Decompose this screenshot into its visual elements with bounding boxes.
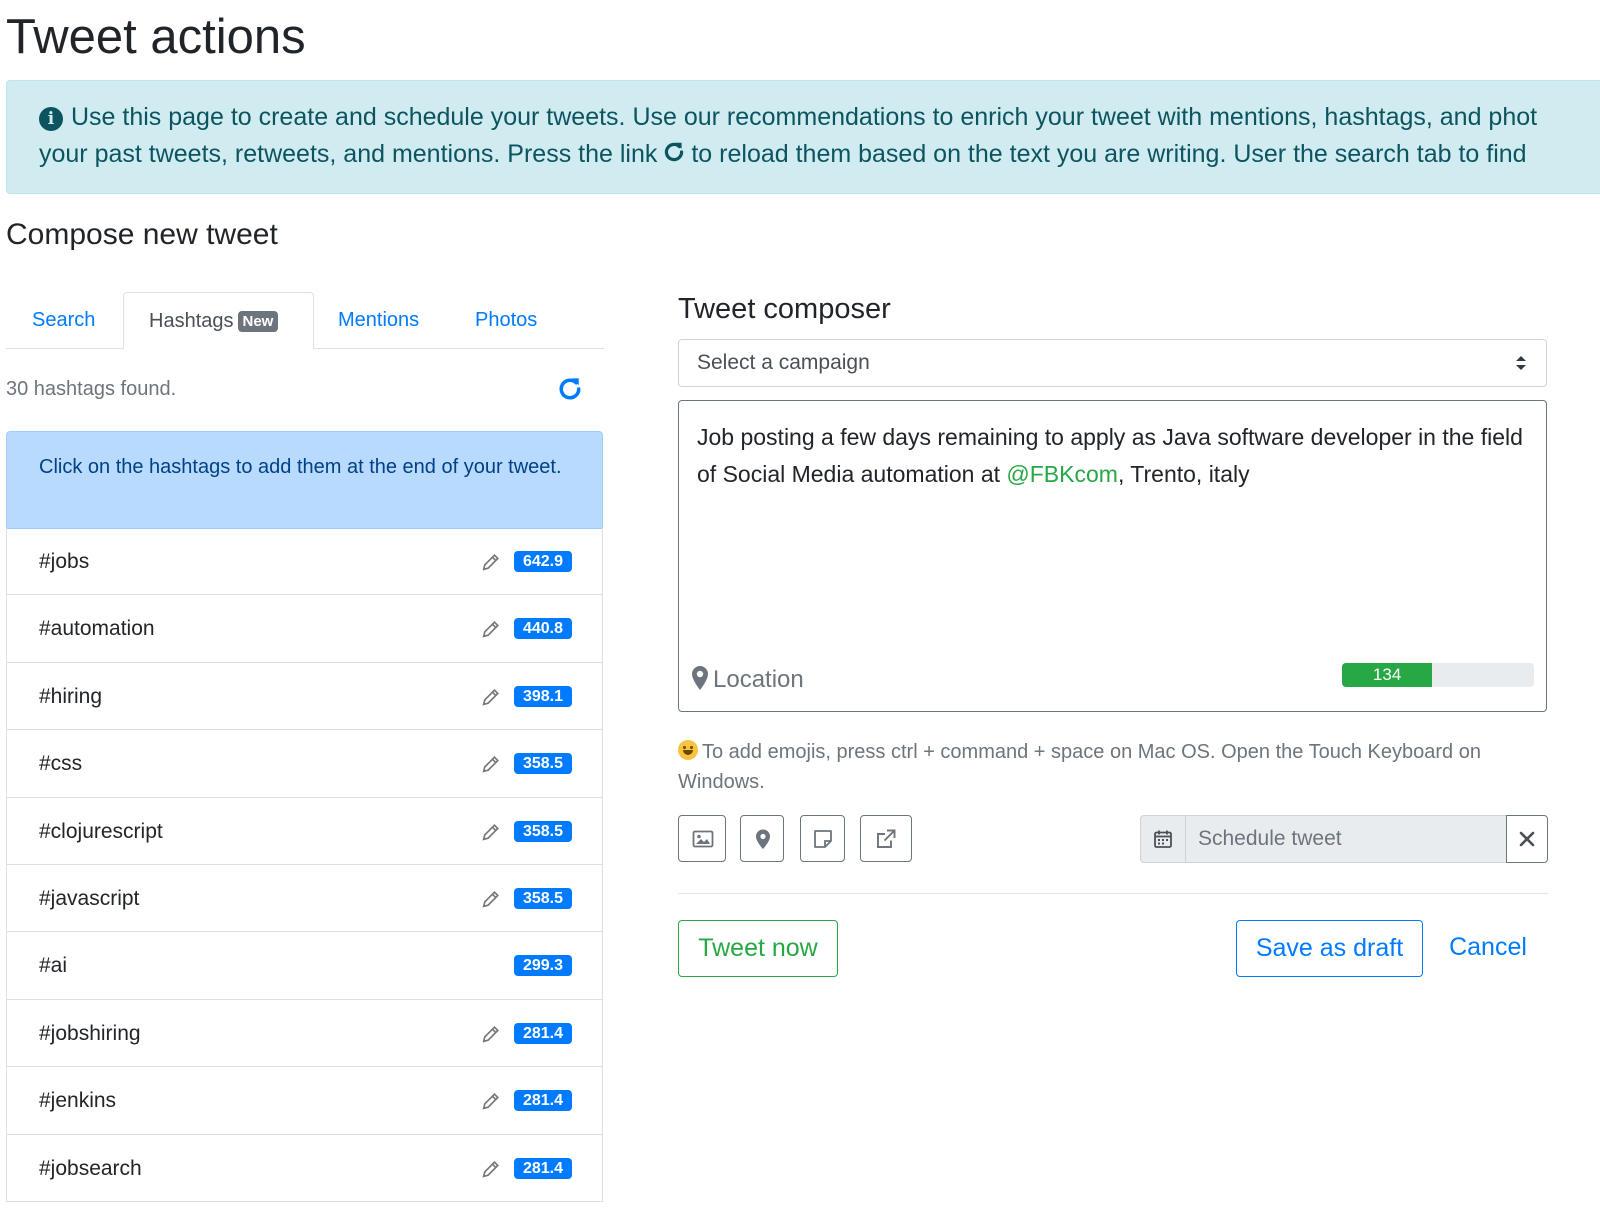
pencil-icon[interactable] <box>480 1158 502 1180</box>
refresh-icon[interactable] <box>555 374 585 404</box>
composer-title: Tweet composer <box>678 293 891 325</box>
info-text-2b: to reload them based on the text you are… <box>691 140 1527 168</box>
add-location-button[interactable] <box>740 815 784 862</box>
add-image-button[interactable] <box>678 815 726 862</box>
pencil-icon[interactable] <box>480 888 502 910</box>
map-marker-icon <box>756 829 770 849</box>
score-badge: 358.5 <box>514 820 572 842</box>
pencil-icon[interactable] <box>480 1023 502 1045</box>
hashtags-found-count: 30 hashtags found. <box>6 378 177 400</box>
score-badge: 299.3 <box>514 955 572 977</box>
info-alert: i Use this page to create and schedule yo… <box>6 80 1600 194</box>
save-draft-button[interactable]: Save as draft <box>1236 920 1423 977</box>
hashtag-item[interactable]: #javascript 358.5 <box>6 864 603 933</box>
score-badge: 281.4 <box>514 1157 572 1179</box>
external-link-icon <box>877 829 896 848</box>
score-badge: 398.1 <box>514 685 572 707</box>
pencil-icon[interactable] <box>480 753 502 775</box>
tab-mentions[interactable]: Mentions <box>338 292 419 349</box>
score-badge: 281.4 <box>514 1022 572 1044</box>
hashtag-label: #javascript <box>39 886 140 910</box>
score-badge: 281.4 <box>514 1090 572 1112</box>
pencil-icon[interactable] <box>480 551 502 573</box>
score-badge: 358.5 <box>514 887 572 909</box>
score-badge: 358.5 <box>514 753 572 775</box>
calendar-icon <box>1154 830 1172 848</box>
emoji-hint-text: To add emojis, press ctrl + command + sp… <box>678 741 1481 793</box>
hashtag-item[interactable]: #css 358.5 <box>6 730 603 798</box>
hashtag-item[interactable]: #jobshiring 281.4 <box>6 999 603 1068</box>
score-badge: 642.9 <box>514 551 572 572</box>
hashtag-item[interactable]: #jenkins 281.4 <box>6 1067 603 1135</box>
location-label: Location <box>713 666 804 693</box>
campaign-select[interactable]: Select a campaign <box>678 339 1547 387</box>
tab-search[interactable]: Search <box>32 292 95 349</box>
hashtag-item[interactable]: #automation 440.8 <box>6 595 603 663</box>
sticky-note-icon <box>814 830 832 848</box>
divider <box>678 893 1548 894</box>
new-badge: New <box>237 311 279 332</box>
schedule-group <box>1140 815 1548 863</box>
tab-hashtags[interactable]: Hashtags New <box>123 292 314 350</box>
tweet-text[interactable]: Job posting a few days remaining to appl… <box>697 419 1527 493</box>
hashtag-label: #hiring <box>39 684 103 708</box>
cancel-button[interactable]: Cancel <box>1440 920 1536 977</box>
section-title: Compose new tweet <box>6 218 278 251</box>
location-button[interactable]: Location <box>691 663 804 697</box>
map-marker-icon <box>692 666 708 690</box>
hashtag-item[interactable]: #ai 299.3 <box>6 932 603 1000</box>
select-caret-icon <box>1516 356 1526 370</box>
info-text-1: Use this page to create and schedule you… <box>71 103 1538 131</box>
hashtag-item[interactable]: #hiring 398.1 <box>6 662 603 731</box>
info-text-2a: your past tweets, retweets, and mentions… <box>39 140 658 168</box>
calendar-addon[interactable] <box>1140 815 1186 863</box>
pencil-icon[interactable] <box>480 618 502 640</box>
hashtag-label: #jobs <box>39 550 90 573</box>
pencil-icon[interactable] <box>480 821 502 843</box>
tweet-now-button[interactable]: Tweet now <box>678 920 838 977</box>
hashtag-label: #ai <box>39 954 68 978</box>
hashtag-item[interactable]: #jobsearch 281.4 <box>6 1134 603 1202</box>
campaign-select-value: Select a campaign <box>697 351 870 374</box>
schedule-input[interactable] <box>1185 815 1507 863</box>
info-icon: i <box>39 107 63 131</box>
hashtag-label: #jobsearch <box>39 1156 142 1180</box>
add-note-button[interactable] <box>800 815 845 862</box>
page-title: Tweet actions <box>6 10 306 64</box>
hashtag-item[interactable]: #jobs 642.9 <box>6 528 603 596</box>
hashtag-label: #clojurescript <box>39 819 163 843</box>
pencil-icon[interactable] <box>480 686 502 708</box>
hashtag-list: #jobs 642.9 #automation 440.8 #hiring 39… <box>6 528 603 1202</box>
tweet-text-end: , Trento, italy <box>1117 461 1250 487</box>
hashtag-label: #jenkins <box>39 1089 117 1113</box>
tweet-textarea[interactable]: Job posting a few days remaining to appl… <box>678 400 1547 712</box>
recommendation-tabs: Search Hashtags New Mentions Photos <box>6 292 604 350</box>
hashtag-label: #automation <box>39 617 155 641</box>
score-badge: 440.8 <box>514 618 572 640</box>
info-line-1: i Use this page to create and schedule yo… <box>39 99 1600 136</box>
pencil-icon[interactable] <box>480 1090 502 1112</box>
reload-icon[interactable] <box>661 139 687 165</box>
tweet-mention: @FBKcom <box>1006 461 1118 487</box>
character-progress-bar: 134 <box>1342 663 1433 687</box>
open-external-button[interactable] <box>860 815 912 862</box>
tab-hashtags-label: Hashtags <box>149 310 234 332</box>
image-icon <box>692 830 714 848</box>
emoji-hint: To add emojis, press ctrl + command + sp… <box>678 737 1548 797</box>
hashtag-label: #jobshiring <box>39 1021 141 1045</box>
hashtags-hint: Click on the hashtags to add them at the… <box>6 431 603 529</box>
tab-photos[interactable]: Photos <box>475 292 537 349</box>
hashtag-label: #css <box>39 752 83 776</box>
smile-emoji-icon <box>678 740 698 760</box>
hashtag-item[interactable]: #clojurescript 358.5 <box>6 797 603 865</box>
character-progress: 134 <box>1342 663 1534 687</box>
close-icon <box>1519 831 1535 847</box>
info-line-2: your past tweets, retweets, and mentions… <box>39 136 1600 173</box>
clear-schedule-button[interactable] <box>1506 815 1548 863</box>
